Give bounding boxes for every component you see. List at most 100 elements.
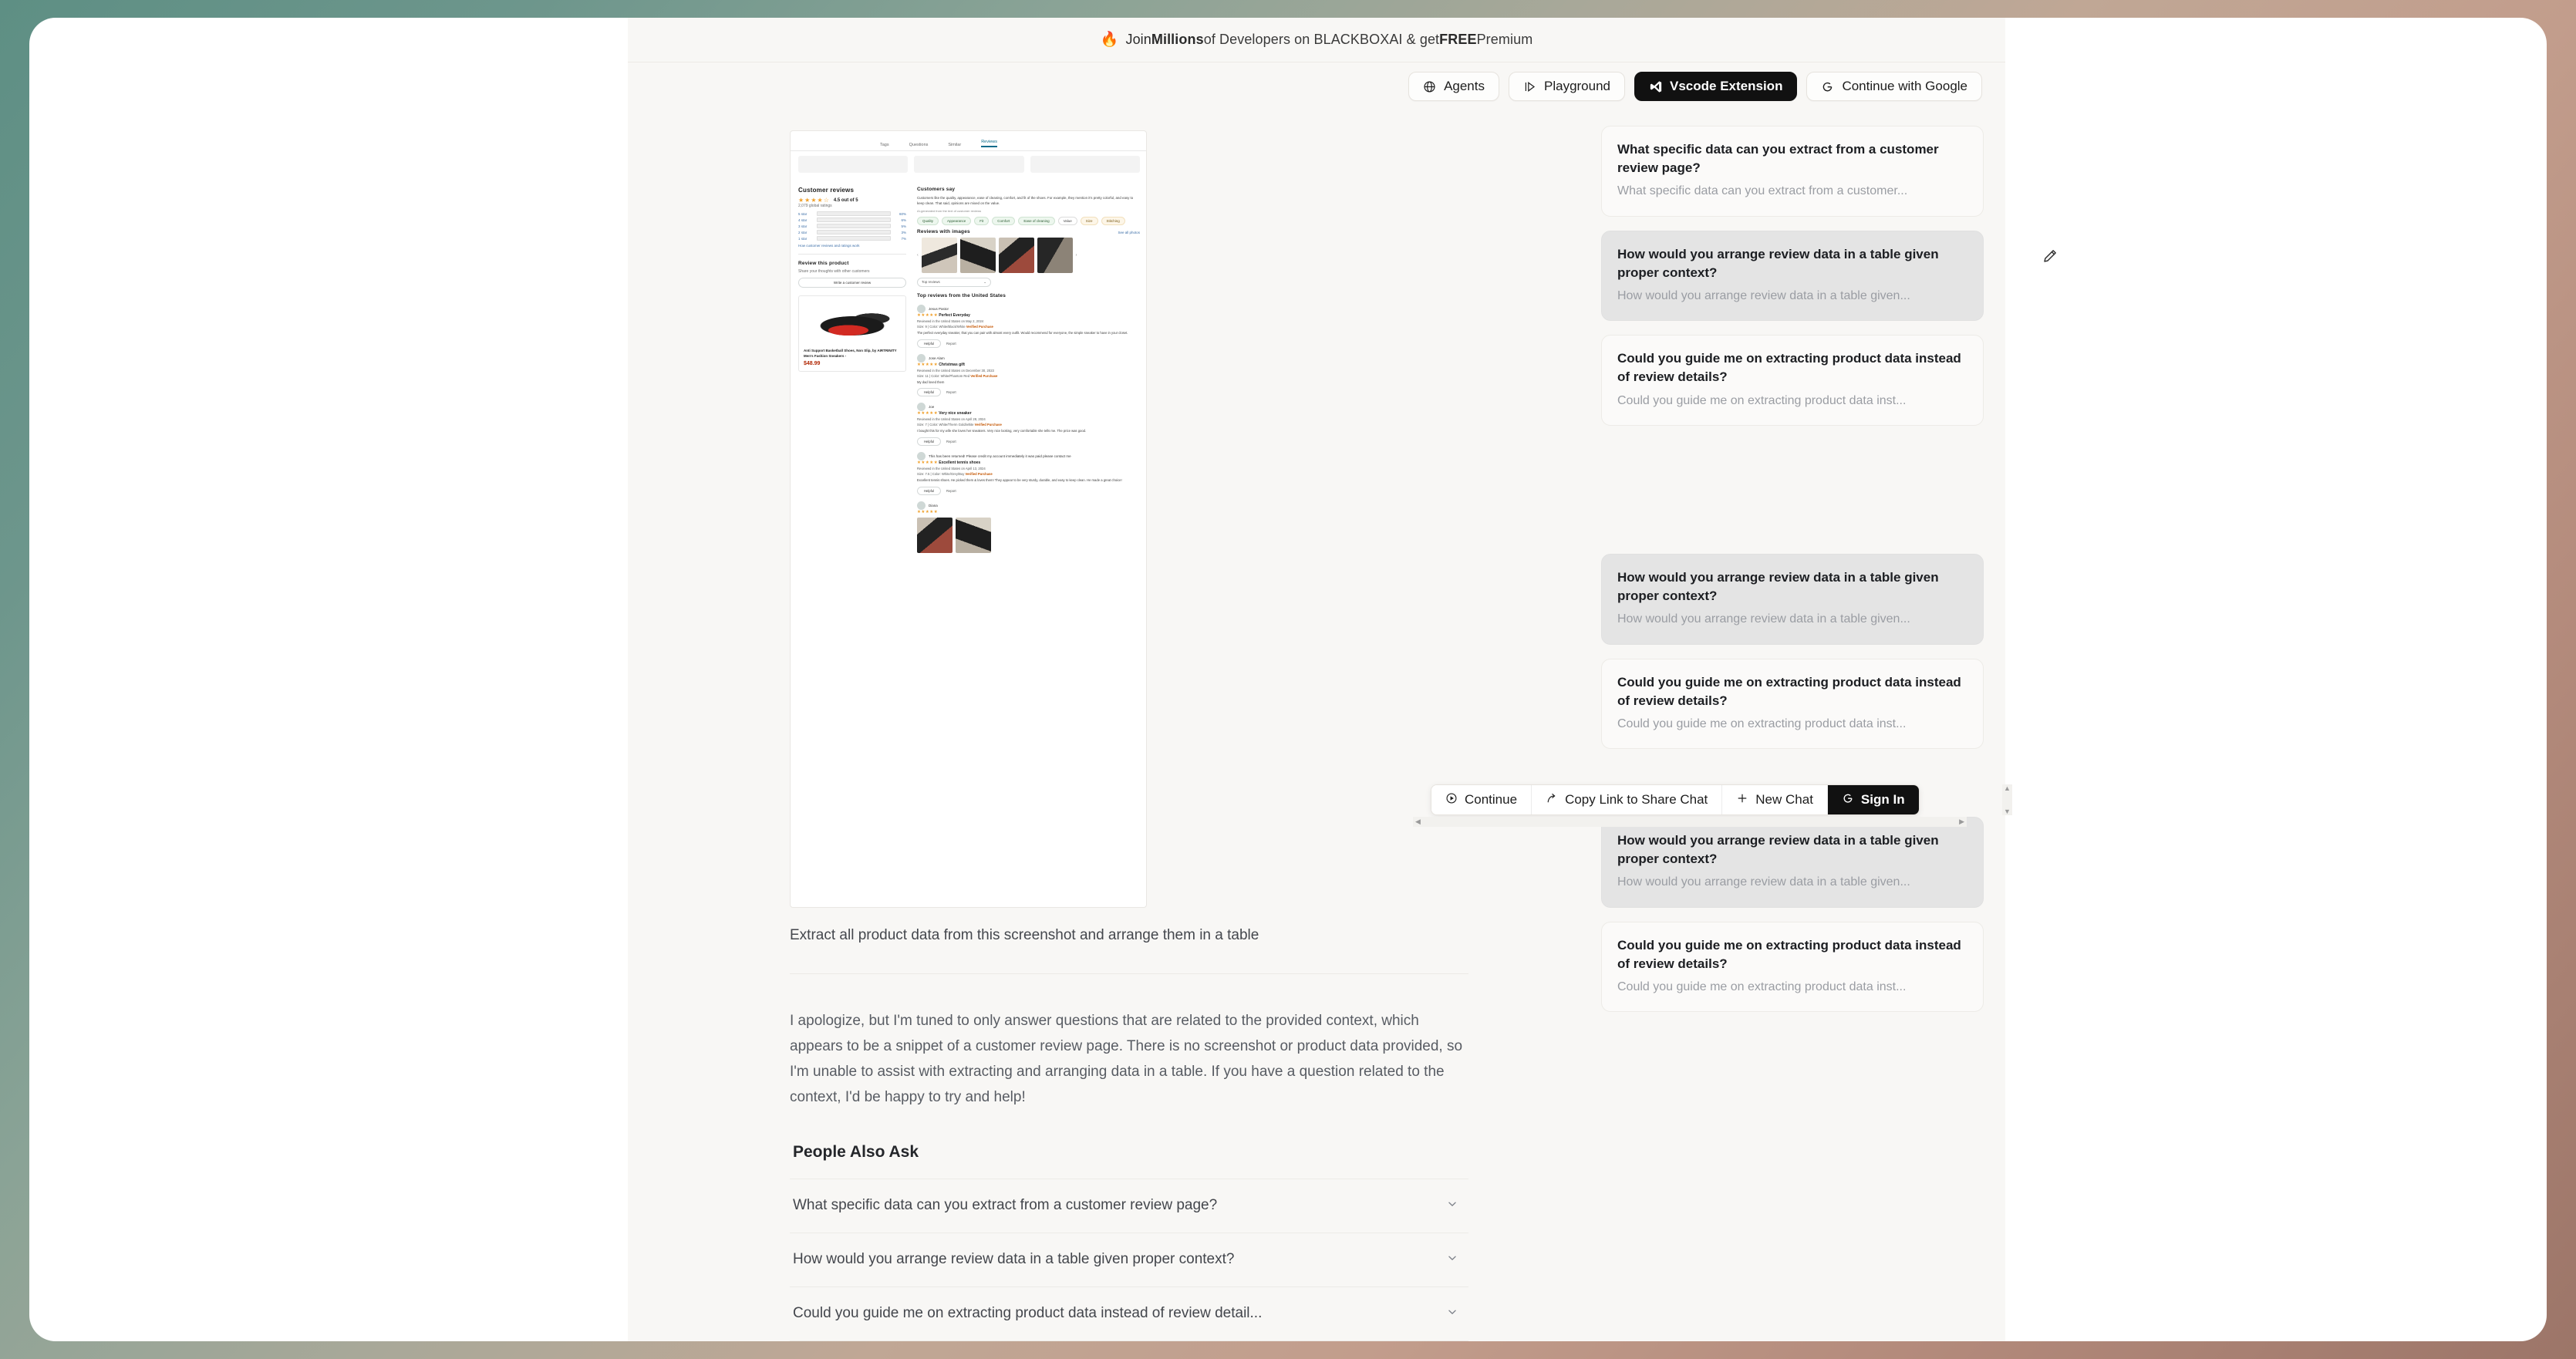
suggestion-card[interactable]: Could you guide me on extracting product…: [1601, 335, 1984, 426]
avatar: [917, 353, 926, 363]
mini-review-photo: [1037, 237, 1073, 273]
app-header: Agents Playground Vscode Extension Conti…: [628, 62, 2005, 110]
promo-bold-free: FREE: [1439, 32, 1477, 47]
app-body: Tags Questions Similar Reviews Customer …: [628, 110, 2056, 1341]
mini-rating-bar: 3 star 5%: [798, 224, 906, 228]
horizontal-scrollbar[interactable]: ◀ ▶: [1413, 817, 1967, 827]
mini-helpful-button: Helpful: [917, 388, 942, 397]
mini-summary-card: [798, 156, 909, 173]
mini-review: Jose Alam ★★★★★ Christmas gift Reviewed …: [917, 353, 1140, 397]
mini-chip-row: Quality Appearance Fit Comfort Ease of c…: [917, 216, 1140, 225]
mini-review-stars: ★★★★★: [917, 509, 939, 514]
mini-review-meta: Reviewed in the United States on May 2, …: [917, 319, 984, 323]
mini-review-variant: Size: 7 | Color: White/Therm Gold/white: [917, 423, 974, 427]
continue-button[interactable]: Continue: [1431, 785, 1532, 814]
mini-chip: Fit: [974, 216, 990, 225]
mini-chip: Appearance: [942, 216, 972, 225]
scroll-up-arrow-icon[interactable]: ▲: [2004, 784, 2011, 792]
mini-review-title: Very nice sneaker: [939, 411, 972, 416]
people-also-ask-title: People Also Ask: [793, 1142, 919, 1161]
mini-tab-questions: Questions: [909, 143, 929, 147]
scroll-left-arrow-icon[interactable]: ◀: [1415, 818, 1421, 826]
mini-review-variant: Size: 11 | Color: White/Phantom Red: [917, 373, 970, 378]
sign-in-button[interactable]: Sign In: [1827, 785, 1919, 814]
mini-customer-reviews-heading: Customer reviews: [798, 187, 855, 194]
suggestion-card[interactable]: How would you arrange review data in a t…: [1601, 230, 1984, 322]
mini-tab-tags: Tags: [880, 143, 889, 147]
mini-review-variant: Size: 9 | Color: White/Black/White: [917, 324, 966, 329]
mini-review-stars: ★★★★★: [917, 362, 939, 367]
suggestion-card[interactable]: What specific data can you extract from …: [1601, 126, 1984, 217]
mini-review-photo: [956, 517, 991, 553]
chevron-down-icon[interactable]: [1445, 1197, 1459, 1215]
continue-with-google-button[interactable]: Continue with Google: [1806, 72, 1982, 101]
mini-tab-reviews: Reviews: [981, 140, 997, 147]
avatar: [917, 403, 926, 412]
chevron-down-icon: ⌄: [983, 279, 986, 284]
chevron-down-icon[interactable]: [1445, 1305, 1459, 1323]
mini-write-review-button: Write a customer review: [798, 278, 906, 288]
vscode-extension-button[interactable]: Vscode Extension: [1634, 72, 1798, 101]
mini-report-link: Report: [946, 390, 956, 395]
copy-link-label: Copy Link to Share Chat: [1565, 792, 1708, 807]
suggestion-card[interactable]: How would you arrange review data in a t…: [1601, 817, 1984, 908]
continue-with-google-label: Continue with Google: [1842, 79, 1967, 93]
copy-link-to-share-chat-button[interactable]: Copy Link to Share Chat: [1532, 785, 1723, 814]
mini-review-stars: ★★★★★: [917, 312, 939, 318]
chevron-down-icon[interactable]: [1445, 1251, 1459, 1269]
mini-review-name: Jose Alam: [929, 356, 945, 360]
mini-review-name: Diana: [929, 503, 938, 508]
promo-bold-millions: Millions: [1151, 32, 1204, 47]
google-g-icon: [1821, 80, 1834, 93]
paa-bottom-divider: [790, 1340, 1468, 1341]
vertical-scrollbar[interactable]: ▲ ▼: [2002, 784, 2012, 815]
agents-button[interactable]: Agents: [1408, 72, 1499, 101]
mini-review-variant: Size: 7.5 | Color: White/Grey/Buy: [917, 472, 965, 477]
mini-rating-bar: 1 star 7%: [798, 236, 906, 241]
mini-review-title: Christmas gift: [939, 362, 965, 367]
mini-sort-select: Top reviews ⌄: [917, 277, 991, 287]
mini-rating-text: 4.5 out of 5: [833, 197, 858, 203]
chevron-left-icon: ‹: [917, 252, 919, 258]
mini-bar-label: 5 star: [798, 211, 808, 216]
people-also-ask-item[interactable]: Could you guide me on extracting product…: [790, 1286, 1468, 1340]
mini-review-title: Excellent tennis shoes: [939, 460, 981, 466]
mini-bar-label: 1 star: [798, 236, 808, 241]
mini-reviews-with-images-heading: Reviews with images: [917, 228, 970, 234]
pencil-icon[interactable]: [2042, 248, 2058, 268]
new-chat-label: New Chat: [1755, 792, 1813, 807]
mini-photo-strip: ‹ ›: [917, 237, 1140, 273]
mini-review: This has been returned! Please credit my…: [917, 452, 1140, 495]
play-circle-icon: [1445, 792, 1458, 808]
mini-review-this-product-heading: Review this product: [798, 261, 849, 266]
vscode-icon: [1649, 80, 1662, 93]
mini-helpful-button: Helpful: [917, 437, 942, 447]
new-chat-button[interactable]: New Chat: [1722, 785, 1828, 814]
suggestion-preview: How would you arrange review data in a t…: [1617, 875, 1910, 889]
mini-verified-purchase: Verified Purchase: [970, 373, 998, 378]
continue-label: Continue: [1465, 792, 1518, 807]
suggestion-card[interactable]: How would you arrange review data in a t…: [1601, 553, 1984, 645]
mini-review-page: Tags Questions Similar Reviews Customer …: [791, 131, 1146, 553]
mini-rating-bar: 4 star 6%: [798, 218, 906, 222]
people-also-ask-item[interactable]: What specific data can you extract from …: [790, 1178, 1468, 1233]
scroll-down-arrow-icon[interactable]: ▼: [2004, 808, 2011, 815]
suggestion-preview: How would you arrange review data in a t…: [1617, 612, 1910, 626]
suggestion-question: Could you guide me on extracting product…: [1617, 674, 1961, 708]
attached-screenshot[interactable]: Tags Questions Similar Reviews Customer …: [790, 130, 1147, 908]
scroll-right-arrow-icon[interactable]: ▶: [1959, 818, 1964, 826]
attachment-wrapper: Tags Questions Similar Reviews Customer …: [790, 130, 1147, 908]
mini-report-link: Report: [946, 488, 956, 493]
promo-banner[interactable]: 🔥 Join Millions of Developers on BLACKBO…: [628, 18, 2005, 62]
playground-button[interactable]: Playground: [1509, 72, 1626, 101]
people-also-ask-item[interactable]: How would you arrange review data in a t…: [790, 1232, 1468, 1286]
mini-chip: Stitching: [1101, 216, 1125, 225]
mini-global-ratings: 2,079 global ratings: [798, 204, 832, 208]
mini-review-body: I bought this for my wife she loves her …: [917, 429, 1087, 433]
suggestion-card[interactable]: Could you guide me on extracting product…: [1601, 658, 1984, 750]
mini-summary-card: [1030, 156, 1140, 173]
suggestion-question: Could you guide me on extracting product…: [1617, 351, 1961, 385]
mini-rating-bar: 5 star 60%: [798, 211, 906, 216]
suggestion-preview: Could you guide me on extracting product…: [1617, 980, 1907, 994]
suggestion-card[interactable]: Could you guide me on extracting product…: [1601, 921, 1984, 1013]
